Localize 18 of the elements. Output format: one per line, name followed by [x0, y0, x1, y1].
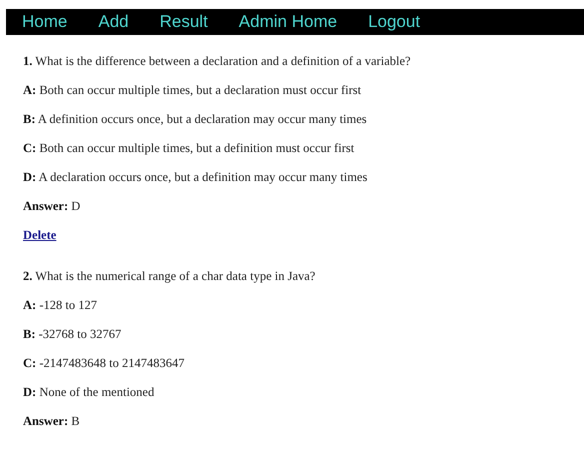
- nav-link[interactable]: Add: [98, 12, 129, 32]
- option-text: D: A declaration occurs once, but a definition may occur many times: [23, 170, 368, 185]
- question-text: 2. What is the numerical range of a char data type in Java?: [23, 269, 316, 284]
- option-text: A: -128 to 127: [23, 298, 98, 313]
- answer-text: Answer: D: [23, 199, 82, 214]
- option-text: A: Both can occur multiple times, but a declaration must occur first: [23, 83, 362, 98]
- answer-text: Answer: B: [23, 414, 81, 429]
- nav-link[interactable]: Admin Home: [238, 12, 338, 32]
- nav-link[interactable]: Logout: [368, 12, 420, 32]
- nav-link[interactable]: Home: [22, 12, 68, 32]
- option-text: C: -2147483648 to 2147483647: [23, 356, 186, 371]
- nav-link[interactable]: Result: [160, 12, 208, 32]
- delete-link[interactable]: Delete: [23, 228, 56, 242]
- question-text: 1. What is the difference between a declaration and a definition of a variable?: [23, 54, 412, 69]
- option-text: C: Both can occur multiple times, but a definition must occur first: [23, 141, 356, 156]
- option-text: D: None of the mentioned: [23, 385, 156, 400]
- option-text: B: A definition occurs once, but a declaration may occur many times: [23, 112, 368, 127]
- option-text: B: -32768 to 32767: [23, 327, 122, 342]
